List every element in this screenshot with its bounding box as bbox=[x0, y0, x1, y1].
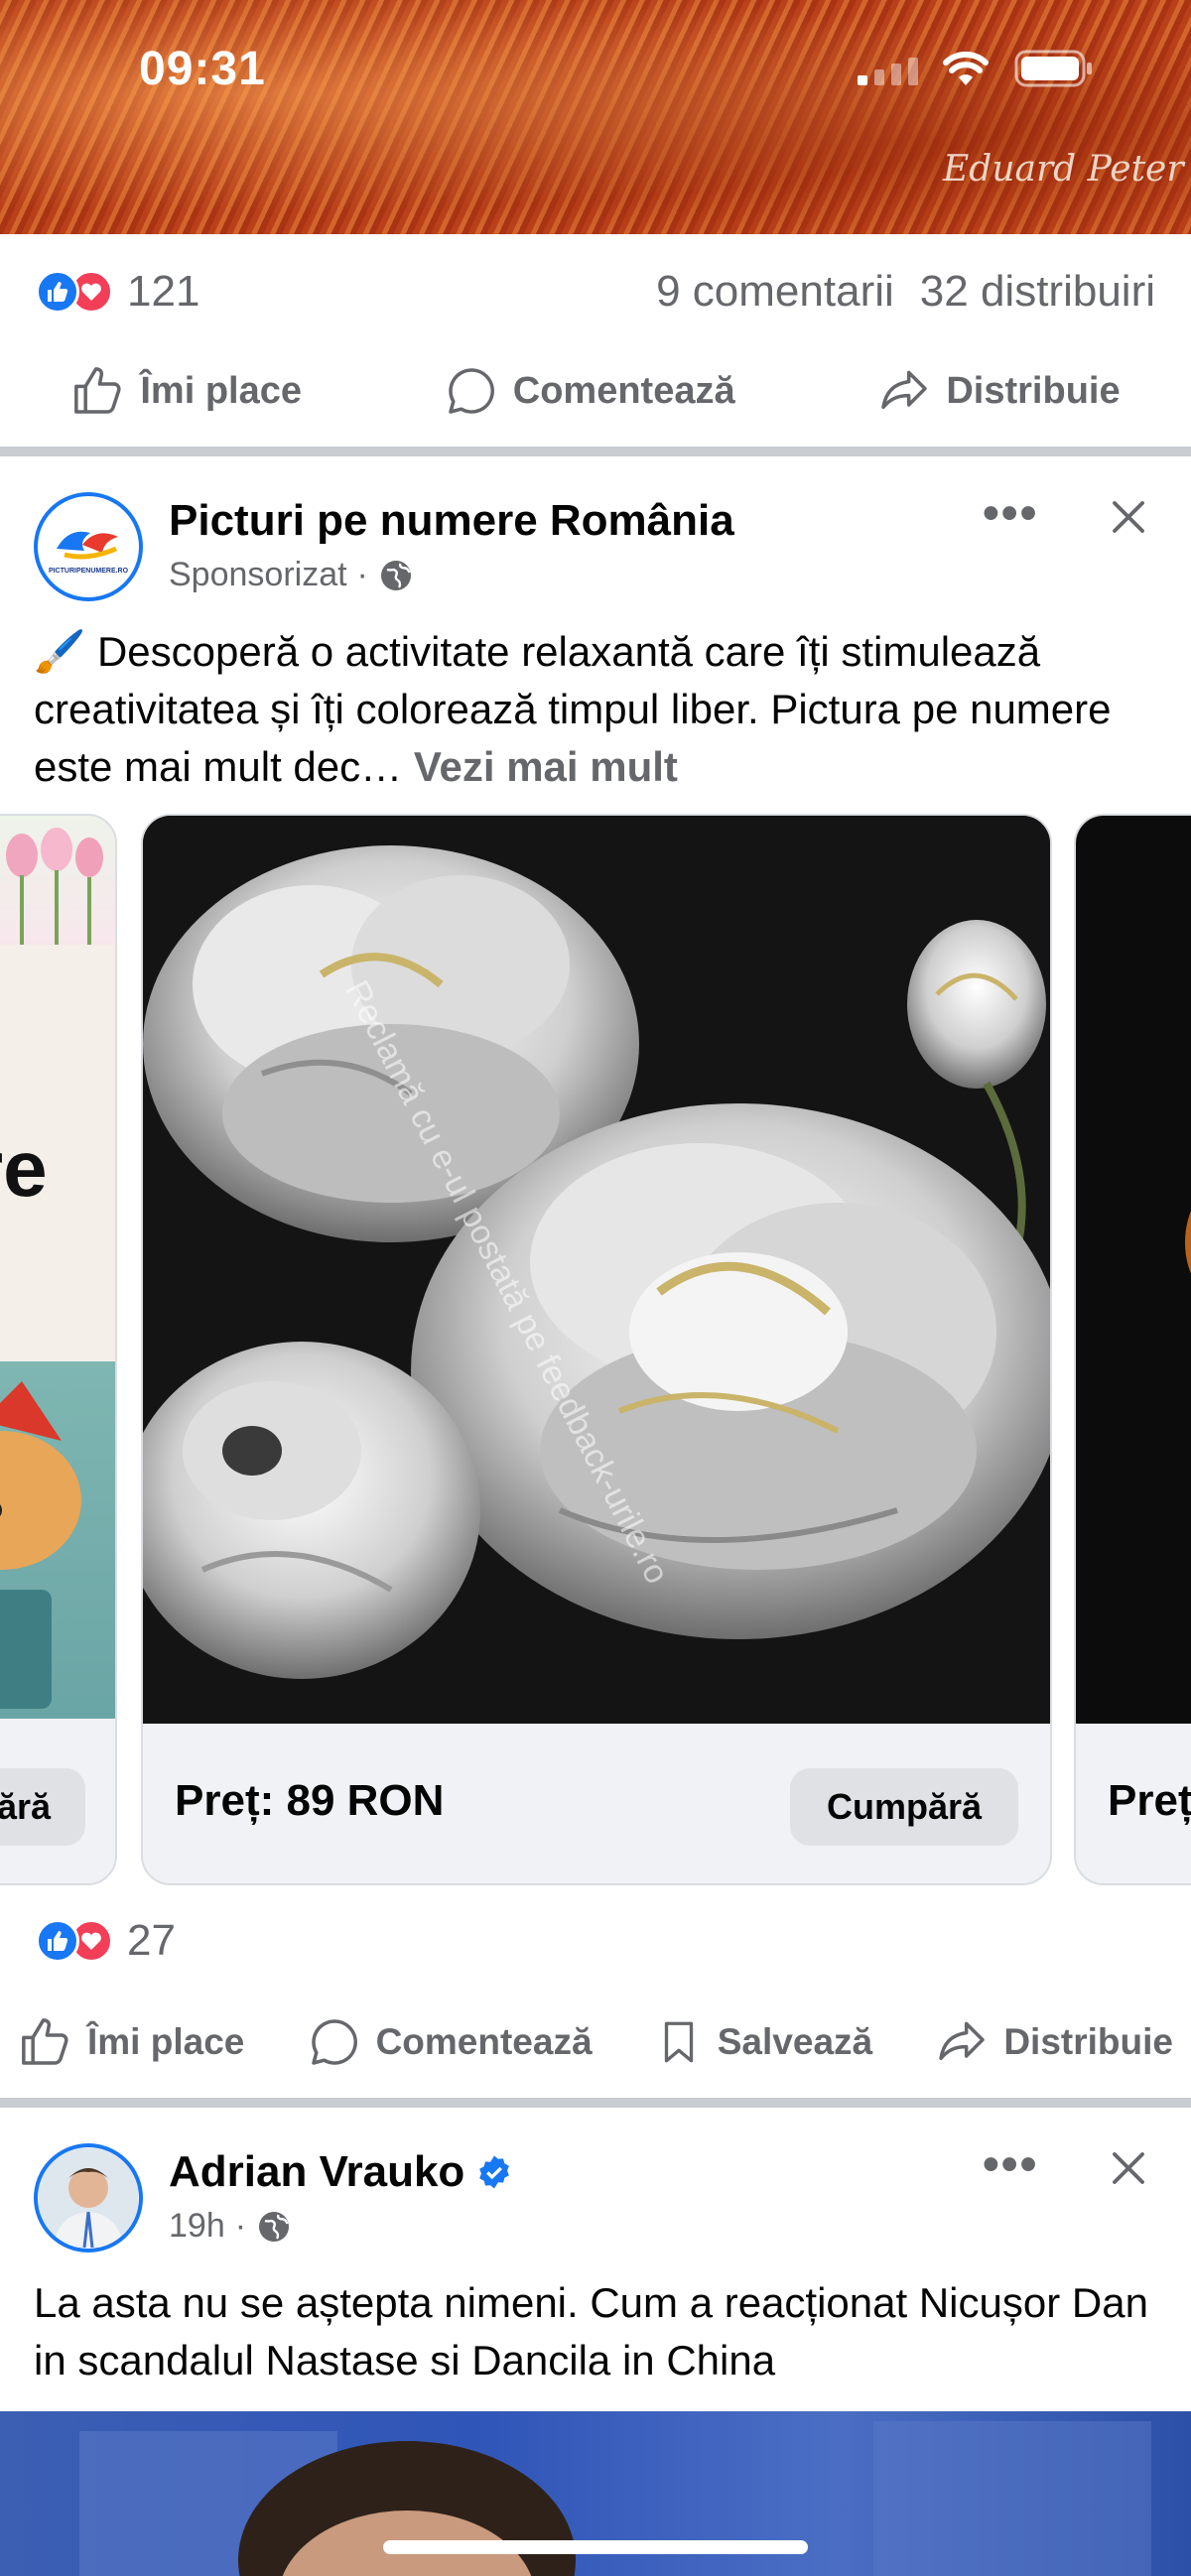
like-button[interactable]: Îmi place bbox=[18, 2014, 244, 2070]
buy-button[interactable]: Cumpără bbox=[790, 1768, 1018, 1846]
author-row: Adrian Vrauko bbox=[169, 2147, 512, 2197]
share-label: Distribuie bbox=[1003, 2021, 1173, 2062]
product-image[interactable]: Reclamă cu e-ul postată pe feedback-uril… bbox=[143, 816, 1050, 1724]
share-count[interactable]: 32 distribuiri bbox=[920, 267, 1155, 317]
carousel-card-left[interactable]: re ără bbox=[0, 814, 117, 1885]
battery-icon bbox=[1014, 50, 1092, 87]
post-meta: 19h · bbox=[169, 2207, 292, 2246]
comment-button[interactable]: Comentează bbox=[307, 2014, 593, 2070]
post-divider bbox=[0, 447, 1191, 456]
carousel-card-right[interactable]: Preț bbox=[1074, 814, 1191, 1885]
page-name[interactable]: Picturi pe numere România bbox=[169, 496, 734, 546]
product-price: Preț: 89 RON bbox=[175, 1776, 445, 1825]
share-icon bbox=[881, 370, 928, 410]
save-button[interactable]: Salvează bbox=[654, 2014, 872, 2070]
card-image-right bbox=[1076, 816, 1191, 1724]
verified-badge-icon bbox=[479, 2155, 510, 2189]
more-options-icon[interactable]: ••• bbox=[983, 2137, 1038, 2192]
comment-icon bbox=[449, 368, 494, 414]
share-button[interactable]: Distribuie bbox=[934, 2014, 1173, 2070]
globe-icon bbox=[259, 2211, 290, 2242]
avatar-text: PICTURIPENUMERE.RO bbox=[49, 568, 129, 575]
bookmark-icon bbox=[664, 2021, 693, 2063]
product-price-right: Preț bbox=[1108, 1776, 1191, 1825]
home-indicator[interactable] bbox=[383, 2540, 808, 2554]
card-image-top bbox=[0, 816, 115, 945]
card-image-dog bbox=[0, 1361, 115, 1719]
post-time[interactable]: 19h bbox=[169, 2207, 225, 2246]
share-button[interactable]: Distribuie bbox=[876, 363, 1121, 419]
reactions[interactable]: 27 bbox=[36, 1916, 176, 1966]
photo-signature: Eduard Peter bbox=[943, 149, 1184, 190]
share-label: Distribuie bbox=[946, 369, 1121, 412]
post-meta: Sponsorizat · bbox=[169, 556, 414, 594]
card-partial-text: re bbox=[0, 1124, 48, 1213]
paintbrush-icon: 🖌️ bbox=[34, 628, 86, 675]
close-icon[interactable] bbox=[1108, 496, 1149, 538]
thumbs-up-icon bbox=[74, 367, 121, 414]
share-icon bbox=[939, 2021, 986, 2061]
meta-separator: · bbox=[356, 556, 368, 593]
post-stats: 27 bbox=[0, 1893, 1191, 1989]
signal-icon bbox=[858, 58, 918, 85]
dog-icon bbox=[0, 1381, 81, 1709]
post-text: 🖌️ Descoperă o activitate relaxantă care… bbox=[34, 623, 1165, 796]
post-actions: Îmi place Comentează Salvează Distribuie bbox=[0, 1993, 1191, 2092]
person-avatar-icon bbox=[39, 2148, 138, 2248]
author-name[interactable]: Adrian Vrauko bbox=[169, 2147, 464, 2197]
white-peonies-image bbox=[143, 816, 1050, 1724]
post-stats: 121 9 comentarii 32 distribuiri bbox=[0, 242, 1191, 341]
comment-label: Comentează bbox=[375, 2021, 593, 2062]
post-actions: Îmi place Comentează Distribuie bbox=[0, 341, 1191, 441]
status-time: 09:31 bbox=[139, 43, 266, 95]
comment-button[interactable]: Comentează bbox=[444, 363, 735, 419]
tulips-icon bbox=[6, 828, 103, 945]
post-divider bbox=[0, 2098, 1191, 2108]
like-label: Îmi place bbox=[87, 2021, 245, 2062]
page-avatar[interactable]: PICTURIPENUMERE.RO bbox=[34, 492, 143, 601]
post-photo[interactable] bbox=[0, 0, 1191, 234]
painting-partial-icon bbox=[1185, 1211, 1191, 1274]
wifi-icon bbox=[943, 52, 989, 85]
save-label: Salvează bbox=[717, 2021, 873, 2062]
buy-button-left[interactable]: ără bbox=[0, 1768, 85, 1846]
reactions[interactable]: 121 bbox=[36, 267, 199, 317]
sponsored-label[interactable]: Sponsorizat bbox=[169, 556, 347, 594]
carousel-card-main[interactable]: Reclamă cu e-ul postată pe feedback-uril… bbox=[141, 814, 1052, 1885]
like-label: Îmi place bbox=[140, 369, 303, 412]
like-button[interactable]: Îmi place bbox=[70, 363, 302, 419]
brand-logo-icon: PICTURIPENUMERE.RO bbox=[41, 499, 136, 594]
reaction-count: 121 bbox=[127, 267, 200, 316]
author-avatar[interactable] bbox=[34, 2143, 143, 2253]
see-more-link[interactable]: Vezi mai mult bbox=[414, 743, 678, 790]
thumbs-up-icon bbox=[22, 2018, 68, 2065]
like-reaction-icon bbox=[36, 270, 79, 314]
more-options-icon[interactable]: ••• bbox=[983, 486, 1038, 541]
comment-label: Comentează bbox=[512, 369, 735, 412]
globe-icon bbox=[380, 560, 411, 590]
comment-icon bbox=[311, 2019, 357, 2065]
post-body: La asta nu se aștepta nimeni. Cum a reac… bbox=[34, 2279, 1148, 2383]
reaction-count: 27 bbox=[127, 1916, 176, 1965]
like-reaction-icon bbox=[36, 1919, 79, 1963]
comment-count[interactable]: 9 comentarii bbox=[656, 267, 894, 317]
close-icon[interactable] bbox=[1108, 2147, 1149, 2189]
meta-separator: · bbox=[234, 2207, 247, 2245]
